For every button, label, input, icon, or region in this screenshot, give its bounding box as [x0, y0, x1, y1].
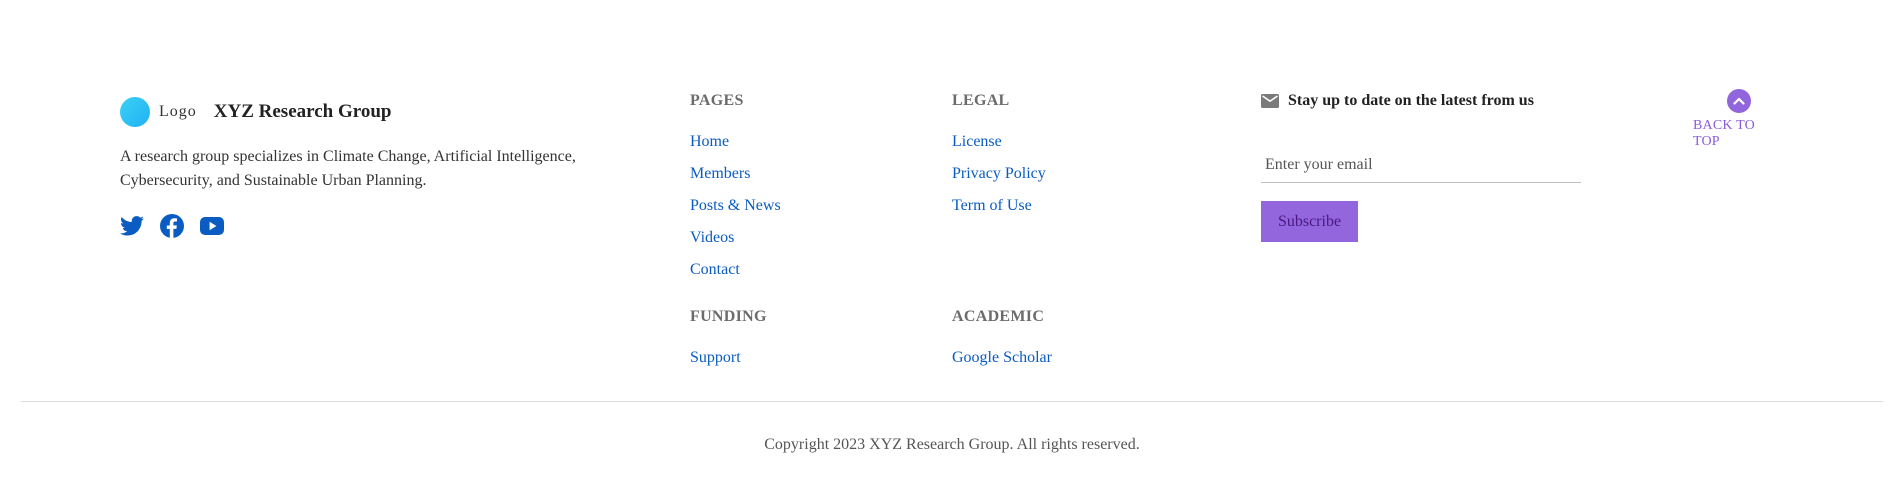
logo-text[interactable]: Logo	[159, 103, 197, 121]
newsletter-title: Stay up to date on the latest from us	[1288, 92, 1534, 109]
newsletter-header: Stay up to date on the latest from us	[1261, 91, 1581, 111]
brand-name[interactable]: XYZ Research Group	[214, 101, 392, 123]
funding-title: FUNDING	[690, 308, 767, 325]
pages-column: PAGES Home Members Posts & News Videos C…	[690, 91, 781, 291]
academic-links: Google Scholar	[952, 347, 1052, 379]
facebook-icon[interactable]	[160, 214, 184, 238]
newsletter-section: Stay up to date on the latest from us Su…	[1261, 91, 1581, 242]
academic-column: ACADEMIC Google Scholar	[952, 307, 1052, 379]
email-field[interactable]	[1261, 153, 1581, 183]
social-links	[120, 214, 620, 238]
link-license[interactable]: License	[952, 133, 1002, 150]
funding-column: FUNDING Support	[690, 307, 767, 379]
brand-section: Logo XYZ Research Group A research group…	[120, 97, 620, 238]
youtube-icon[interactable]	[200, 214, 224, 238]
logo-icon[interactable]	[120, 97, 150, 127]
link-contact[interactable]: Contact	[690, 261, 740, 278]
pages-title: PAGES	[690, 92, 744, 109]
subscribe-button[interactable]: Subscribe	[1261, 201, 1358, 242]
chevron-up-icon[interactable]	[1727, 89, 1751, 113]
back-to-top-label[interactable]: BACK TO TOP	[1693, 118, 1785, 150]
legal-title: LEGAL	[952, 92, 1010, 109]
link-privacy-policy[interactable]: Privacy Policy	[952, 165, 1046, 182]
link-home[interactable]: Home	[690, 133, 729, 150]
brand-header: Logo XYZ Research Group	[120, 97, 620, 127]
link-google-scholar[interactable]: Google Scholar	[952, 349, 1052, 366]
twitter-icon[interactable]	[120, 214, 144, 238]
site-footer: Logo XYZ Research Group A research group…	[0, 0, 1904, 495]
link-posts-news[interactable]: Posts & News	[690, 197, 781, 214]
legal-links: License Privacy Policy Term of Use	[952, 131, 1046, 227]
pages-links: Home Members Posts & News Videos Contact	[690, 131, 781, 291]
link-members[interactable]: Members	[690, 165, 750, 182]
link-support[interactable]: Support	[690, 349, 741, 366]
copyright-text: Copyright 2023 XYZ Research Group. All r…	[764, 436, 1140, 453]
back-to-top-button[interactable]: BACK TO TOP	[1693, 89, 1785, 150]
funding-links: Support	[690, 347, 767, 379]
mail-icon	[1261, 94, 1279, 108]
brand-description: A research group specializes in Climate …	[120, 148, 576, 189]
link-term-of-use[interactable]: Term of Use	[952, 197, 1032, 214]
academic-title: ACADEMIC	[952, 308, 1045, 325]
footer-divider	[21, 401, 1883, 402]
link-videos[interactable]: Videos	[690, 229, 734, 246]
legal-column: LEGAL License Privacy Policy Term of Use	[952, 91, 1046, 227]
